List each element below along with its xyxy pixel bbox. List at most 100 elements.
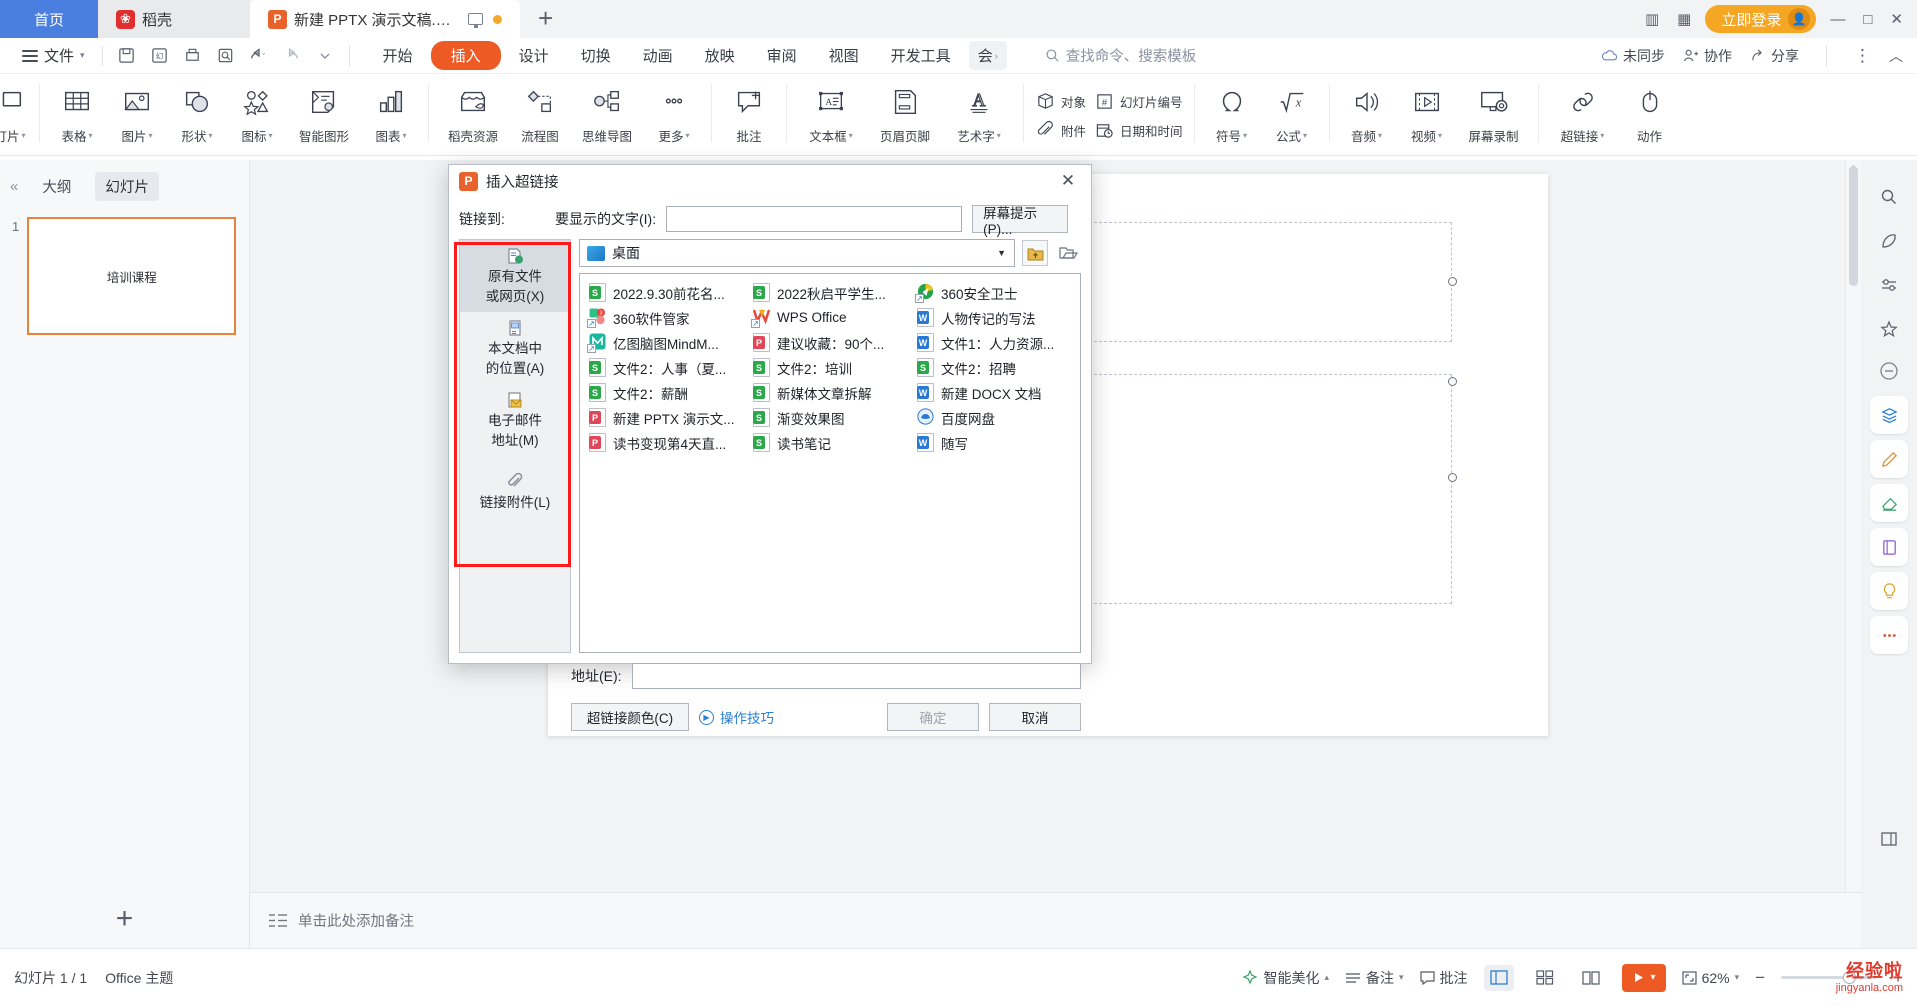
rail-bulb-icon[interactable] bbox=[1870, 572, 1908, 610]
beautify-button[interactable]: 智能美化 ▴ bbox=[1242, 968, 1329, 988]
ribbon-button-video[interactable]: 视频 ▾ bbox=[1397, 74, 1457, 152]
rail-star-icon[interactable] bbox=[1870, 310, 1908, 348]
file-list-item[interactable]: W 文件1：人力资源... bbox=[912, 330, 1076, 355]
maximize-button[interactable]: □ bbox=[1863, 11, 1872, 28]
tab-document[interactable]: P 新建 PPTX 演示文稿.pptx bbox=[250, 0, 520, 38]
up-folder-button[interactable] bbox=[1022, 240, 1048, 266]
rail-pen-icon[interactable] bbox=[1870, 440, 1908, 478]
ribbon-button-new-slide[interactable]: 灯片 ▾ bbox=[0, 74, 32, 152]
sidebar-item-place-in-document[interactable]: 本文档中 的位置(A) bbox=[460, 312, 570, 384]
ribbon-tab-animation[interactable]: 动画 bbox=[629, 41, 687, 70]
slide-thumbnail[interactable]: 培训课程 bbox=[27, 217, 237, 335]
ribbon-button-header-footer[interactable]: 页眉页脚 bbox=[868, 74, 942, 152]
tips-link[interactable]: ▶ 操作技巧 bbox=[699, 707, 774, 727]
file-list-item[interactable]: S 文件2：薪酬 bbox=[584, 380, 748, 405]
rail-more-icon[interactable] bbox=[1870, 616, 1908, 654]
sync-status[interactable]: 未同步 bbox=[1601, 46, 1665, 66]
ribbon-tab-review[interactable]: 审阅 bbox=[753, 41, 811, 70]
start-slideshow-button[interactable]: ▾ bbox=[1621, 963, 1666, 992]
file-list-item[interactable]: S 读书笔记 bbox=[748, 430, 912, 455]
file-list-item[interactable]: W 人物传记的写法 bbox=[912, 305, 1076, 330]
notes-toggle-button[interactable]: 备注 ▾ bbox=[1345, 968, 1404, 988]
ribbon-button-textbox[interactable]: A 文本框 ▾ bbox=[794, 74, 868, 152]
file-list-item[interactable]: S 文件2：招聘 bbox=[912, 355, 1076, 380]
resize-handle[interactable] bbox=[1447, 377, 1457, 386]
ribbon-button-picture[interactable]: 图片 ▾ bbox=[107, 74, 167, 152]
collapse-ribbon-icon[interactable]: ︿ bbox=[1889, 46, 1903, 66]
file-list-item[interactable]: S 新媒体文章拆解 bbox=[748, 380, 912, 405]
ribbon-button-docer-resource[interactable]: 稻壳资源 bbox=[436, 74, 510, 152]
close-icon[interactable]: ✕ bbox=[1055, 168, 1081, 194]
ribbon-button-shapes[interactable]: 形状 ▾ bbox=[167, 74, 227, 152]
slide-thumbnail-item[interactable]: 1 培训课程 bbox=[0, 209, 249, 335]
redo-icon[interactable] bbox=[277, 42, 307, 70]
more-options-icon[interactable]: ⋮ bbox=[1854, 46, 1871, 66]
ribbon-tab-view[interactable]: 视图 bbox=[815, 41, 873, 70]
sidebar-item-existing-file[interactable]: 原有文件 或网页(X) bbox=[460, 240, 570, 312]
rail-layers-icon[interactable] bbox=[1870, 396, 1908, 434]
file-list-item[interactable]: P 读书变现第4天直... bbox=[584, 430, 748, 455]
ribbon-button-date-time[interactable]: 日期和时间 bbox=[1090, 119, 1187, 143]
tab-outline[interactable]: 大纲 bbox=[32, 172, 81, 201]
ribbon-tab-slideshow[interactable]: 放映 bbox=[691, 41, 749, 70]
ribbon-button-action[interactable]: 动作 bbox=[1620, 74, 1680, 152]
view-reading-button[interactable] bbox=[1576, 965, 1606, 991]
file-list-item[interactable]: ↗ WPS Office bbox=[748, 305, 912, 330]
ribbon-button-audio[interactable]: 音频 ▾ bbox=[1337, 74, 1397, 152]
theme-label[interactable]: Office 主题 bbox=[105, 968, 173, 988]
login-button[interactable]: 立即登录 👤 bbox=[1705, 5, 1817, 33]
file-menu-button[interactable]: 文件 ▾ bbox=[14, 45, 93, 66]
ribbon-button-screen-record[interactable]: 屏幕录制 bbox=[1457, 74, 1531, 152]
file-list-item[interactable]: S 2022秋启平学生... bbox=[748, 280, 912, 305]
ribbon-button-mindmap[interactable]: 思维导图 bbox=[570, 74, 644, 152]
vertical-scrollbar[interactable]: ▲ ▼ ▼ bbox=[1845, 160, 1861, 948]
file-list-item[interactable]: P 建议收藏：90个... bbox=[748, 330, 912, 355]
ribbon-button-more[interactable]: 更多 ▾ bbox=[644, 74, 704, 152]
split-view-icon[interactable]: ▥ bbox=[1645, 10, 1659, 28]
display-text-input[interactable] bbox=[666, 206, 963, 232]
comment-toggle-button[interactable]: 批注 bbox=[1419, 968, 1468, 988]
rail-minus-icon[interactable] bbox=[1870, 352, 1908, 390]
ribbon-button-icons[interactable]: 图标 ▾ bbox=[227, 74, 287, 152]
close-button[interactable]: ✕ bbox=[1890, 10, 1903, 28]
ribbon-button-smartart[interactable]: 智能图形 bbox=[287, 74, 361, 152]
minimize-button[interactable]: — bbox=[1830, 11, 1845, 28]
ribbon-tab-start[interactable]: 开始 bbox=[369, 41, 427, 70]
location-combobox[interactable]: 桌面 ▼ bbox=[579, 239, 1015, 267]
save-as-icon[interactable]: 幻 bbox=[145, 42, 175, 70]
customize-toolbar-icon[interactable] bbox=[310, 42, 340, 70]
ribbon-tab-more[interactable]: 会 › bbox=[968, 41, 1007, 70]
ok-button[interactable]: 确定 bbox=[887, 703, 979, 731]
browse-folder-button[interactable] bbox=[1055, 240, 1081, 266]
search-input[interactable]: 查找命令、搜索模板 bbox=[1045, 45, 1196, 66]
rail-book-icon[interactable] bbox=[1870, 528, 1908, 566]
file-list-item[interactable]: 3 ↗ 360软件管家 bbox=[584, 305, 748, 330]
file-list-item[interactable]: P 新建 PPTX 演示文... bbox=[584, 405, 748, 430]
rail-panel-icon[interactable] bbox=[1870, 820, 1908, 858]
ribbon-button-equation[interactable]: x 公式 ▾ bbox=[1262, 74, 1322, 152]
ribbon-button-hyperlink[interactable]: 超链接 ▾ bbox=[1546, 74, 1620, 152]
tab-home[interactable]: 首页 bbox=[0, 0, 98, 38]
rail-feather-icon[interactable] bbox=[1870, 222, 1908, 260]
cancel-button[interactable]: 取消 bbox=[989, 703, 1081, 731]
view-normal-button[interactable] bbox=[1483, 964, 1514, 991]
hyperlink-color-button[interactable]: 超链接颜色(C) bbox=[571, 703, 689, 731]
sidebar-item-link-attachment[interactable]: 链接附件(L) bbox=[460, 456, 570, 528]
notes-bar[interactable]: 单击此处添加备注 bbox=[250, 892, 1861, 948]
address-input[interactable] bbox=[631, 663, 1081, 689]
collaborate-button[interactable]: 协作 bbox=[1683, 46, 1732, 66]
ribbon-button-comment[interactable]: 批注 bbox=[719, 74, 779, 152]
file-list-item[interactable]: ↗ 360安全卫士 bbox=[912, 280, 1076, 305]
ribbon-tab-transition[interactable]: 切换 bbox=[567, 41, 625, 70]
save-icon[interactable] bbox=[112, 42, 142, 70]
file-list-item[interactable]: W 新建 DOCX 文档 bbox=[912, 380, 1076, 405]
zoom-out-button[interactable]: − bbox=[1755, 968, 1765, 988]
share-button[interactable]: 分享 bbox=[1750, 46, 1799, 66]
file-list-item[interactable]: W 随写 bbox=[912, 430, 1076, 455]
tab-docer[interactable]: ❀ 稻壳 bbox=[98, 0, 250, 38]
rail-adjust-icon[interactable] bbox=[1870, 266, 1908, 304]
undo-icon[interactable] bbox=[244, 42, 274, 70]
ribbon-tab-design[interactable]: 设计 bbox=[505, 41, 563, 70]
screen-tip-button[interactable]: 屏幕提示(P)... bbox=[972, 205, 1069, 237]
grid-view-icon[interactable]: ▦ bbox=[1677, 10, 1691, 28]
